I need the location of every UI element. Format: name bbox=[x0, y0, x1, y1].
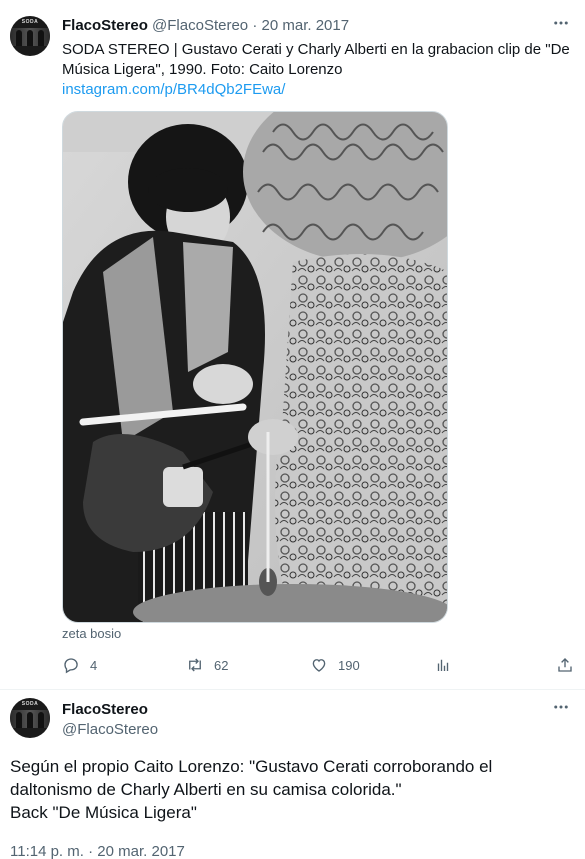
heart-icon bbox=[312, 659, 326, 672]
tweet-text: SODA STEREO | Gustavo Cerati y Charly Al… bbox=[62, 41, 570, 78]
reply-icon bbox=[64, 658, 78, 674]
display-name[interactable]: FlacoStereo bbox=[62, 700, 148, 720]
tweet-main: SODA FlacoStereo @FlacoStereo · 20 mar. … bbox=[0, 0, 585, 690]
photo-tag[interactable]: zeta bosio bbox=[62, 626, 121, 641]
tweet-text: Según el propio Caito Lorenzo: "Gustavo … bbox=[10, 755, 570, 824]
separator: · bbox=[252, 17, 258, 34]
display-name[interactable]: FlacoStereo bbox=[62, 17, 148, 34]
like-count: 190 bbox=[338, 657, 360, 673]
action-bar: 4 62 190 bbox=[62, 653, 576, 677]
avatar-logo: SODA bbox=[21, 701, 39, 707]
avatar[interactable]: SODA bbox=[10, 16, 50, 56]
tweet-photo[interactable] bbox=[62, 111, 448, 623]
tweet-date: 20 mar. 2017 bbox=[97, 843, 185, 859]
tweet-text-line: daltonismo de Charly Alberti en su camis… bbox=[10, 780, 402, 799]
like-button[interactable]: 190 bbox=[310, 653, 360, 677]
tweet-timestamp[interactable]: 11:14 p. m. · 20 mar. 2017 bbox=[10, 842, 185, 859]
share-icon bbox=[558, 658, 572, 672]
reply-count: 4 bbox=[90, 657, 98, 673]
reply-button[interactable]: 4 bbox=[62, 653, 97, 677]
tweet-text-line: Según el propio Caito Lorenzo: "Gustavo … bbox=[10, 757, 493, 776]
handle[interactable]: @FlacoStereo bbox=[152, 17, 248, 34]
retweet-button[interactable]: 62 bbox=[186, 653, 228, 677]
tweet-header: FlacoStereo @FlacoStereo · 20 mar. 2017 bbox=[62, 16, 349, 36]
retweet-count: 62 bbox=[214, 657, 229, 673]
avatar-logo: SODA bbox=[21, 19, 39, 25]
tweet-text-line: Back "De Música Ligera" bbox=[10, 803, 197, 822]
more-icon[interactable] bbox=[551, 698, 571, 718]
tweet-divider bbox=[0, 689, 585, 690]
views-button[interactable] bbox=[434, 653, 462, 677]
separator: · bbox=[88, 843, 94, 859]
retweet-icon bbox=[189, 658, 201, 672]
tweet-link[interactable]: instagram.com/p/BR4dQb2FEwa/ bbox=[62, 80, 285, 100]
analytics-icon bbox=[437, 659, 449, 671]
tweet-date[interactable]: 20 mar. 2017 bbox=[262, 17, 350, 34]
handle[interactable]: @FlacoStereo bbox=[62, 720, 158, 740]
avatar[interactable]: SODA bbox=[10, 698, 50, 738]
share-button[interactable] bbox=[556, 653, 584, 677]
more-icon[interactable] bbox=[551, 14, 571, 34]
tweet-time: 11:14 p. m. bbox=[10, 843, 84, 859]
